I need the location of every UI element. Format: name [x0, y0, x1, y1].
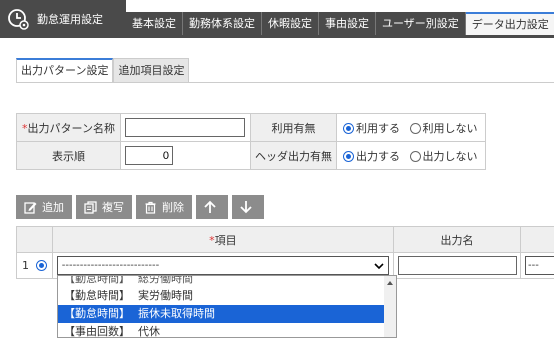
option-name: 代休 — [138, 325, 160, 338]
item-select[interactable]: --------------------------- — [56, 256, 389, 275]
usage-options: 利用する 利用しない — [336, 113, 486, 142]
clock-gear-icon — [8, 9, 29, 30]
header-output-options: 出力する 出力しない — [336, 141, 486, 170]
arrow-up-icon — [203, 200, 216, 213]
trash-icon — [145, 201, 156, 214]
copy-button-label: 複写 — [102, 201, 124, 214]
option-category: 【勤怠時間】 — [64, 307, 130, 320]
header-output-off-radio[interactable] — [409, 150, 421, 162]
app-title-box: 勤怠運用設定 — [0, 0, 126, 38]
list-item-selected[interactable]: 【勤怠時間】 振休未取得時間 — [58, 305, 396, 323]
add-button-label: 追加 — [42, 201, 64, 214]
pattern-name-input[interactable] — [125, 118, 245, 137]
usage-label: 利用有無 — [250, 113, 337, 142]
header-output-on-label: 出力する — [356, 149, 400, 163]
tab-data-output[interactable]: データ出力設定 — [465, 12, 554, 35]
usage-use-radio[interactable] — [343, 122, 354, 134]
pattern-name-cell — [120, 113, 251, 142]
move-up-button[interactable] — [196, 195, 228, 219]
add-button[interactable]: 追加 — [16, 195, 72, 219]
dropdown-scrollbar[interactable] — [384, 276, 396, 337]
top-bar: 勤怠運用設定 基本設定 勤務体系設定 休暇設定 事由設定 ユーザー別設定 データ… — [0, 0, 554, 38]
copy-button[interactable]: 複写 — [76, 195, 132, 219]
option-category: 【勤怠時間】 — [64, 276, 130, 285]
row-select-header — [16, 226, 53, 253]
header-output-on-radio[interactable] — [343, 150, 354, 162]
tab-basic[interactable]: 基本設定 — [126, 12, 183, 35]
list-item[interactable]: 【事由回数】 代休 — [58, 323, 396, 338]
tab-user[interactable]: ユーザー別設定 — [376, 12, 466, 35]
delete-button[interactable]: 削除 — [136, 195, 192, 219]
item-column-header: *項目 — [51, 226, 395, 253]
list-item[interactable]: 【勤怠時間】 実労働時間 — [58, 287, 396, 305]
extra-select[interactable]: --- — [525, 256, 554, 275]
row-select-radio[interactable] — [35, 260, 47, 271]
extra-select-value: --- — [528, 260, 539, 271]
tab-bar-rule — [126, 35, 554, 38]
tab-leave[interactable]: 休暇設定 — [262, 12, 319, 35]
usage-use-label: 利用する — [356, 121, 400, 135]
scroll-up-arrow-icon — [387, 281, 393, 285]
option-name: 実労働時間 — [138, 289, 193, 302]
chevron-down-icon — [374, 262, 384, 269]
pattern-settings-form: *出力パターン名称 利用有無 利用する 利用しない 表示順 ヘッダ出力有無 出力… — [16, 113, 486, 170]
arrow-down-icon — [239, 201, 252, 214]
output-name-column-header: 出力名 — [393, 226, 521, 253]
option-name: 振休未取得時間 — [138, 307, 215, 320]
app-title: 勤怠運用設定 — [37, 13, 103, 26]
grid-toolbar: 追加 複写 削除 — [16, 195, 264, 219]
move-down-button[interactable] — [232, 195, 264, 219]
copy-icon — [84, 200, 97, 214]
subtab-additional-items[interactable]: 追加項目設定 — [113, 58, 190, 82]
list-item[interactable]: 【勤怠時間】 総労働時間 — [58, 276, 396, 287]
pattern-name-label: *出力パターン名称 — [16, 113, 121, 142]
row-number: 1 — [22, 259, 29, 272]
output-items-grid: *項目 出力名 1 --------------------------- --… — [16, 226, 554, 279]
display-order-label: 表示順 — [16, 141, 121, 170]
option-name: 総労働時間 — [138, 276, 193, 285]
tab-work-system[interactable]: 勤務体系設定 — [183, 12, 262, 35]
usage-nouse-radio[interactable] — [409, 122, 421, 134]
option-category: 【事由回数】 — [64, 325, 130, 338]
header-output-label: ヘッダ出力有無 — [250, 141, 337, 170]
extra-column-header — [520, 226, 554, 253]
tab-reason[interactable]: 事由設定 — [319, 12, 376, 35]
sub-tabs: 出力パターン設定 追加項目設定 — [16, 58, 190, 82]
edit-icon — [24, 201, 37, 214]
row-select-cell: 1 — [16, 252, 53, 279]
option-category: 【勤怠時間】 — [64, 289, 130, 302]
delete-button-label: 削除 — [162, 201, 184, 214]
extra-cell: --- — [520, 252, 554, 279]
item-select-value: --------------------------- — [61, 260, 160, 271]
header-output-off-label: 出力しない — [422, 149, 478, 163]
usage-nouse-label: 利用しない — [422, 121, 478, 135]
output-name-input[interactable] — [398, 256, 518, 275]
display-order-input[interactable] — [125, 146, 173, 165]
display-order-cell — [120, 141, 251, 170]
item-dropdown-list: 【勤怠時間】 総労働時間 【勤怠時間】 実労働時間 【勤怠時間】 振休未取得時間 【事… — [57, 275, 397, 338]
subtab-output-pattern[interactable]: 出力パターン設定 — [16, 58, 114, 82]
main-tabs: 基本設定 勤務体系設定 休暇設定 事由設定 ユーザー別設定 データ出力設定 — [126, 12, 554, 35]
output-name-cell — [393, 252, 521, 279]
subtab-divider — [16, 82, 554, 83]
